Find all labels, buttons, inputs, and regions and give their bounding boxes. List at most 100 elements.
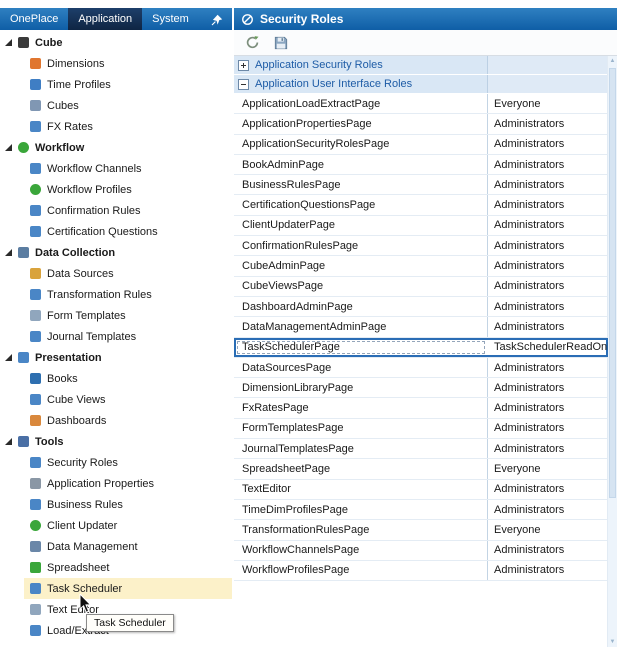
table-row[interactable]: DataSourcesPageAdministrators [234,358,608,378]
scroll-down-icon[interactable]: ▼ [608,637,617,647]
cell-page[interactable]: ApplicationPropertiesPage [234,114,488,133]
cell-role[interactable]: TaskSchedulerReadOnly [488,338,608,357]
tree-section-presentation[interactable]: Presentation [0,347,232,368]
tree-section-cube[interactable]: Cube [0,32,232,53]
table-row[interactable]: BusinessRulesPageAdministrators [234,175,608,195]
table-row[interactable]: BookAdminPageAdministrators [234,155,608,175]
table-row[interactable]: TaskSchedulerPageTaskSchedulerReadOnly [234,338,608,358]
table-row[interactable]: ConfirmationRulesPageAdministrators [234,236,608,256]
cell-page[interactable]: WorkflowProfilesPage [234,561,488,580]
cell-page[interactable]: ApplicationLoadExtractPage [234,94,488,113]
expander-icon[interactable] [5,39,12,46]
save-icon[interactable] [271,33,290,52]
tree-item-fx-rates[interactable]: FX Rates [0,116,232,137]
scroll-up-icon[interactable]: ▲ [608,56,617,66]
cell-page[interactable]: WorkflowChannelsPage [234,541,488,560]
tree-section-tools[interactable]: Tools [0,431,232,452]
vertical-scrollbar[interactable]: ▲ ▼ [607,56,617,647]
table-row[interactable]: TransformationRulesPageEveryone [234,520,608,540]
cell-role[interactable]: Administrators [488,195,608,214]
table-row[interactable]: CubeAdminPageAdministrators [234,256,608,276]
cell-role[interactable]: Administrators [488,398,608,417]
cell-role[interactable]: Administrators [488,317,608,336]
tree-item-cube-views[interactable]: Cube Views [0,389,232,410]
cell-page[interactable]: TextEditor [234,480,488,499]
table-row[interactable]: CubeViewsPageAdministrators [234,277,608,297]
cell-page[interactable]: TaskSchedulerPage [234,338,488,357]
tree-section-data-collection[interactable]: Data Collection [0,242,232,263]
table-row[interactable]: ApplicationLoadExtractPageEveryone [234,94,608,114]
tree-item-security-roles[interactable]: Security Roles [0,452,232,473]
tree-item-workflow-channels[interactable]: Workflow Channels [0,158,232,179]
cell-page[interactable]: ClientUpdaterPage [234,216,488,235]
table-row[interactable]: ApplicationSecurityRolesPageAdministrato… [234,135,608,155]
table-row[interactable]: TimeDimProfilesPageAdministrators [234,500,608,520]
cell-page[interactable]: JournalTemplatesPage [234,439,488,458]
cell-role[interactable]: Everyone [488,459,608,478]
group-row-application-security-roles[interactable]: Application Security Roles [234,56,608,75]
table-row[interactable]: CertificationQuestionsPageAdministrators [234,195,608,215]
cell-page[interactable]: DataManagementAdminPage [234,317,488,336]
tree-item-time-profiles[interactable]: Time Profiles [0,74,232,95]
table-row[interactable]: DimensionLibraryPageAdministrators [234,378,608,398]
tree-item-form-templates[interactable]: Form Templates [0,305,232,326]
table-row[interactable]: DataManagementAdminPageAdministrators [234,317,608,337]
cell-page[interactable]: SpreadsheetPage [234,459,488,478]
tree-item-data-management[interactable]: Data Management [0,536,232,557]
cell-role[interactable]: Administrators [488,135,608,154]
cell-page[interactable]: TimeDimProfilesPage [234,500,488,519]
cell-page[interactable]: BookAdminPage [234,155,488,174]
cell-role[interactable]: Administrators [488,256,608,275]
cell-role[interactable]: Administrators [488,277,608,296]
cell-page[interactable]: DimensionLibraryPage [234,378,488,397]
cell-page[interactable]: FormTemplatesPage [234,419,488,438]
tree-item-dimensions[interactable]: Dimensions [0,53,232,74]
table-row[interactable]: WorkflowProfilesPageAdministrators [234,561,608,581]
expander-icon[interactable] [5,144,12,151]
table-row[interactable]: FormTemplatesPageAdministrators [234,419,608,439]
table-row[interactable]: WorkflowChannelsPageAdministrators [234,541,608,561]
tree-item-certification-questions[interactable]: Certification Questions [0,221,232,242]
cell-role[interactable]: Administrators [488,419,608,438]
table-row[interactable]: FxRatesPageAdministrators [234,398,608,418]
tree-item-workflow-profiles[interactable]: Workflow Profiles [0,179,232,200]
tree-item-spreadsheet[interactable]: Spreadsheet [0,557,232,578]
cell-page[interactable]: ApplicationSecurityRolesPage [234,135,488,154]
cell-role[interactable]: Administrators [488,216,608,235]
cell-page[interactable]: ConfirmationRulesPage [234,236,488,255]
tab-application[interactable]: Application [68,8,142,30]
group-row-application-user-interface-roles[interactable]: Application User Interface Roles [234,75,608,94]
tree-item-application-properties[interactable]: Application Properties [0,473,232,494]
table-row[interactable]: ApplicationPropertiesPageAdministrators [234,114,608,134]
table-row[interactable]: DashboardAdminPageAdministrators [234,297,608,317]
cell-page[interactable]: BusinessRulesPage [234,175,488,194]
tree-item-task-scheduler[interactable]: Task Scheduler [0,578,232,599]
tree-item-transformation-rules[interactable]: Transformation Rules [0,284,232,305]
cell-role[interactable]: Everyone [488,520,608,539]
cell-role[interactable]: Administrators [488,561,608,580]
expander-icon[interactable] [5,249,12,256]
collapse-icon[interactable] [238,79,249,90]
refresh-icon[interactable] [243,33,262,52]
tab-system[interactable]: System [142,8,199,30]
cell-page[interactable]: DashboardAdminPage [234,297,488,316]
table-row[interactable]: ClientUpdaterPageAdministrators [234,216,608,236]
cell-role[interactable]: Everyone [488,94,608,113]
cell-page[interactable]: CubeViewsPage [234,277,488,296]
cell-page[interactable]: FxRatesPage [234,398,488,417]
tab-oneplace[interactable]: OnePlace [0,8,68,30]
scrollbar-thumb[interactable] [609,68,616,498]
tree-item-data-sources[interactable]: Data Sources [0,263,232,284]
table-row[interactable]: JournalTemplatesPageAdministrators [234,439,608,459]
cell-page[interactable]: CubeAdminPage [234,256,488,275]
tree-item-confirmation-rules[interactable]: Confirmation Rules [0,200,232,221]
cell-role[interactable]: Administrators [488,114,608,133]
cell-role[interactable]: Administrators [488,439,608,458]
table-row[interactable]: TextEditorAdministrators [234,480,608,500]
cell-page[interactable]: TransformationRulesPage [234,520,488,539]
table-row[interactable]: SpreadsheetPageEveryone [234,459,608,479]
cell-role[interactable]: Administrators [488,236,608,255]
tree-item-dashboards[interactable]: Dashboards [0,410,232,431]
cell-role[interactable]: Administrators [488,358,608,377]
tree-item-business-rules[interactable]: Business Rules [0,494,232,515]
